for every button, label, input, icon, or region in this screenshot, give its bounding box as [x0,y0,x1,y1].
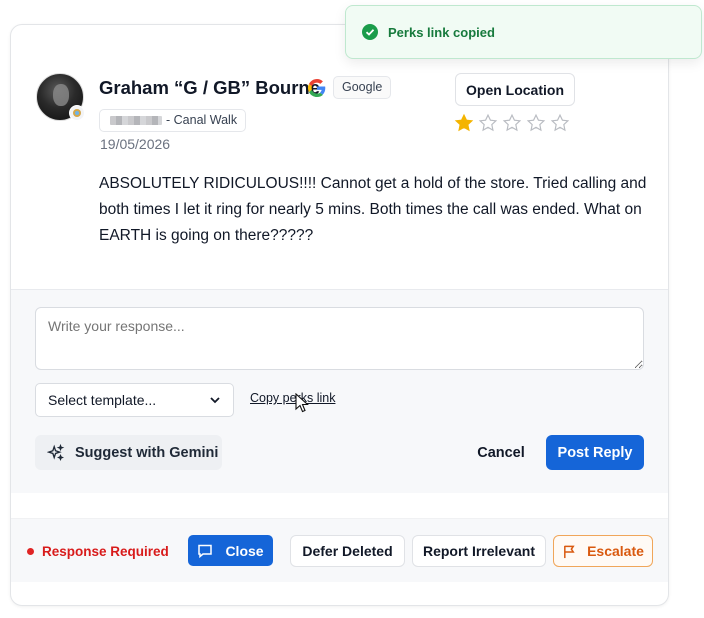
review-date: 19/05/2026 [100,136,171,152]
avatar-badge-icon [69,105,85,121]
status-dot-icon [27,548,34,555]
sparkles-icon [47,443,65,461]
location-suffix: - Canal Walk [166,113,238,127]
flag-icon [564,545,575,558]
mouse-cursor-icon [295,393,309,413]
action-bar: Response Required Close Defer Deleted Re… [11,518,668,582]
cancel-button[interactable]: Cancel [465,435,537,470]
defer-deleted-button[interactable]: Defer Deleted [290,535,405,567]
review-card: Graham “G / GB” Bourne Google - Canal Wa… [10,24,669,606]
review-text: ABSOLUTELY RIDICULOUS!!!! Cannot get a h… [99,175,647,244]
check-circle-icon [362,24,378,40]
chevron-down-icon [210,397,220,404]
close-label: Close [225,542,264,559]
reviewer-name: Graham “G / GB” Bourne [99,77,321,98]
toast-message: Perks link copied [388,24,495,40]
escalate-label: Escalate [587,543,644,559]
reply-section: Select template... Copy perks link Sugge… [11,289,668,493]
star-rating [454,113,570,133]
redacted-store-name [110,116,162,125]
comment-icon [198,544,213,558]
star-filled-icon [454,113,474,132]
status-label: Response Required [42,544,169,559]
copy-perks-link[interactable]: Copy perks link [250,391,335,405]
template-select[interactable]: Select template... [35,383,234,417]
suggest-gemini-button[interactable]: Suggest with Gemini [35,435,222,470]
source-badge: Google [333,76,392,99]
open-location-button[interactable]: Open Location [455,73,575,106]
location-badge: - Canal Walk [99,109,247,132]
post-reply-button[interactable]: Post Reply [546,435,644,470]
response-input[interactable] [35,307,644,370]
escalate-button[interactable]: Escalate [553,535,653,567]
close-button[interactable]: Close [188,535,273,566]
status-indicator: Response Required [27,544,169,559]
suggest-gemini-label: Suggest with Gemini [75,444,219,461]
star-empty-icon [502,113,522,132]
template-select-value: Select template... [48,392,157,408]
report-irrelevant-button[interactable]: Report Irrelevant [412,535,546,567]
avatar-photo [53,84,69,106]
review-section: Graham “G / GB” Bourne Google - Canal Wa… [11,25,668,290]
reviewer-avatar [36,73,85,121]
toast-notification: Perks link copied [345,5,702,59]
star-empty-icon [526,113,546,132]
star-empty-icon [550,113,570,132]
star-empty-icon [478,113,498,132]
google-icon [308,79,326,97]
